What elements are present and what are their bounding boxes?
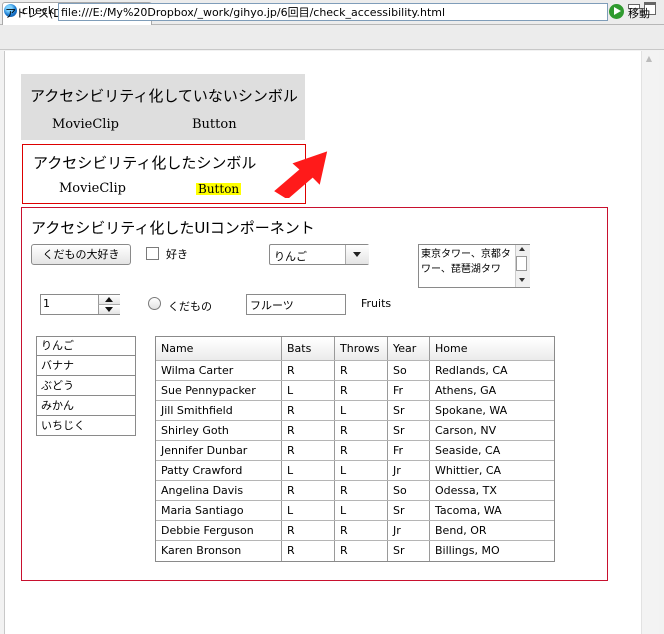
table-cell[interactable]: Jr xyxy=(388,521,429,541)
table-cell[interactable]: L xyxy=(282,501,334,521)
column-header-name[interactable]: Name xyxy=(156,338,281,360)
section2-title: アクセシビリティ化したシンボル xyxy=(33,154,257,172)
table-cell[interactable]: Carson, NV xyxy=(430,421,554,441)
table-cell[interactable]: Sr xyxy=(388,541,429,561)
table-cell[interactable]: So xyxy=(388,361,429,381)
textarea-content: 東京タワー、京都タワー、琵琶湖タワ xyxy=(421,249,511,275)
table-cell[interactable]: R xyxy=(335,521,387,541)
table-cell[interactable]: R xyxy=(335,421,387,441)
stepper-value: 1 xyxy=(43,297,50,310)
chevron-down-icon[interactable] xyxy=(345,245,369,264)
table-cell[interactable]: Redlands, CA xyxy=(430,361,554,381)
table-cell[interactable]: L xyxy=(282,381,334,401)
table-cell[interactable]: Sr xyxy=(388,401,429,421)
table-cell[interactable]: Karen Bronson xyxy=(156,541,281,561)
table-cell[interactable]: R xyxy=(282,481,334,501)
go-arrow-icon[interactable] xyxy=(609,4,624,19)
scroll-thumb[interactable] xyxy=(516,256,527,271)
list-item[interactable]: りんご xyxy=(36,336,136,356)
table-cell[interactable]: R xyxy=(335,441,387,461)
table-cell[interactable]: L xyxy=(282,461,334,481)
table-cell[interactable]: Jennifer Dunbar xyxy=(156,441,281,461)
list-item[interactable]: ぶどう xyxy=(36,376,136,396)
section1-button[interactable]: Button xyxy=(192,117,237,132)
table-cell[interactable]: Sr xyxy=(388,421,429,441)
column-header-throws[interactable]: Throws xyxy=(335,338,387,360)
red-arrow-icon xyxy=(274,151,328,198)
text-input-value: フルーツ xyxy=(250,299,294,312)
table-cell[interactable]: R xyxy=(335,481,387,501)
column-header-bats[interactable]: Bats xyxy=(282,338,334,360)
stepper-down-icon[interactable] xyxy=(98,305,120,314)
table-cell[interactable]: Debbie Ferguson xyxy=(156,521,281,541)
table-cell[interactable]: Jr xyxy=(388,461,429,481)
table-cell[interactable]: R xyxy=(282,521,334,541)
section1-title: アクセシビリティ化していないシンボル xyxy=(30,87,298,105)
table-cell[interactable]: R xyxy=(282,441,334,461)
table-cell[interactable]: R xyxy=(282,421,334,441)
table-cell[interactable]: R xyxy=(335,381,387,401)
table-cell[interactable]: Billings, MO xyxy=(430,541,554,561)
scroll-up-icon[interactable] xyxy=(516,245,528,254)
radio-label: くだもの xyxy=(168,300,212,313)
column-header-home[interactable]: Home xyxy=(430,338,554,360)
table-cell[interactable]: Wilma Carter xyxy=(156,361,281,381)
table-cell[interactable]: Seaside, CA xyxy=(430,441,554,461)
address-label: アドレス(D) xyxy=(5,7,67,20)
section2-movieclip[interactable]: MovieClip xyxy=(59,181,126,196)
table-cell[interactable]: R xyxy=(282,361,334,381)
like-checkbox-label: 好き xyxy=(166,248,188,261)
combobox-value: りんご xyxy=(274,250,307,263)
table-cell[interactable]: Athens, GA xyxy=(430,381,554,401)
table-cell[interactable]: L xyxy=(335,501,387,521)
list-item[interactable]: いちじく xyxy=(36,416,136,436)
section1-movieclip[interactable]: MovieClip xyxy=(52,117,119,132)
scroll-down-icon[interactable] xyxy=(516,276,528,285)
table-cell[interactable]: R xyxy=(335,361,387,381)
fruit-radio-button[interactable] xyxy=(148,297,161,310)
table-cell[interactable]: Patty Crawford xyxy=(156,461,281,481)
scroll-up-icon[interactable]: ▲ xyxy=(643,53,655,65)
fruit-love-button[interactable]: くだもの大好き xyxy=(31,244,131,265)
address-input[interactable] xyxy=(58,3,608,21)
table-cell[interactable]: Maria Santiago xyxy=(156,501,281,521)
table-cell[interactable]: Angelina Davis xyxy=(156,481,281,501)
table-cell[interactable]: R xyxy=(282,541,334,561)
stepper-up-icon[interactable] xyxy=(98,295,120,305)
table-cell[interactable]: Odessa, TX xyxy=(430,481,554,501)
table-cell[interactable]: Sue Pennypacker xyxy=(156,381,281,401)
table-cell[interactable]: Shirley Goth xyxy=(156,421,281,441)
table-cell[interactable]: R xyxy=(282,401,334,421)
table-cell[interactable]: Spokane, WA xyxy=(430,401,554,421)
section2-button[interactable]: Button xyxy=(196,183,242,195)
list-item[interactable]: みかん xyxy=(36,396,136,416)
page-scrollbar[interactable] xyxy=(641,51,659,634)
like-checkbox[interactable] xyxy=(146,247,159,260)
table-cell[interactable]: Jill Smithfield xyxy=(156,401,281,421)
section3-title: アクセシビリティ化したUIコンポーネント xyxy=(31,219,315,237)
table-cell[interactable]: Tacoma, WA xyxy=(430,501,554,521)
go-button[interactable]: 移動 xyxy=(628,5,650,21)
table-cell[interactable]: L xyxy=(335,401,387,421)
column-header-year[interactable]: Year xyxy=(388,338,429,360)
address-bar xyxy=(0,25,664,50)
table-cell[interactable]: Sr xyxy=(388,501,429,521)
table-cell[interactable]: L xyxy=(335,461,387,481)
table-cell[interactable]: Bend, OR xyxy=(430,521,554,541)
table-cell[interactable]: So xyxy=(388,481,429,501)
table-cell[interactable]: Whittier, CA xyxy=(430,461,554,481)
table-cell[interactable]: Fr xyxy=(388,441,429,461)
list-item[interactable]: バナナ xyxy=(36,356,136,376)
fruits-label: Fruits xyxy=(361,297,392,310)
table-cell[interactable]: Fr xyxy=(388,381,429,401)
table-cell[interactable]: R xyxy=(335,541,387,561)
